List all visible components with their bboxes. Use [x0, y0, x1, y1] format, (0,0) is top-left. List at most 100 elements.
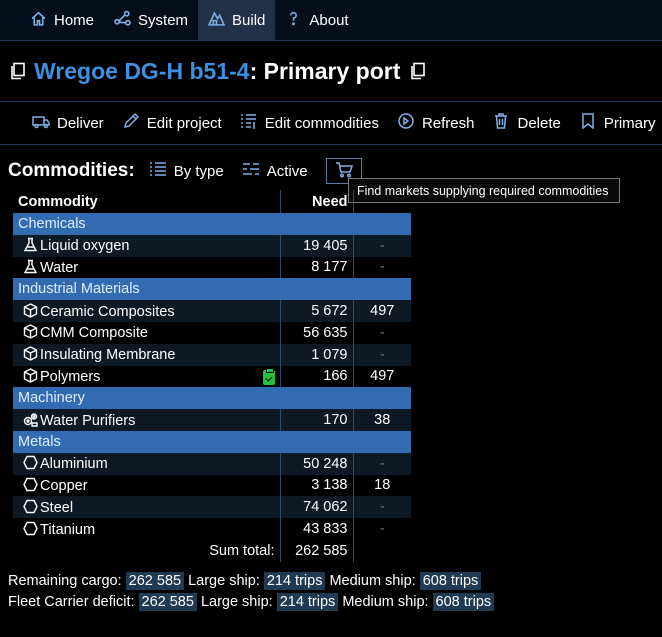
need-column-header[interactable]: Need	[280, 190, 354, 213]
extra-value: -	[353, 234, 411, 257]
table-row[interactable]: Liquid oxygen 19 405 -	[13, 234, 411, 257]
nav-home[interactable]: Home	[20, 0, 104, 40]
gears-icon	[23, 412, 38, 427]
hexagon-icon	[23, 455, 38, 470]
table-row[interactable]: Polymers 166 497	[13, 365, 411, 388]
need-value: 74 062	[280, 496, 354, 519]
build-icon	[207, 10, 226, 31]
medium-ship-label: Medium ship:	[342, 594, 429, 610]
refresh-button[interactable]: Refresh	[397, 112, 475, 134]
delete-button[interactable]: Delete	[492, 112, 561, 134]
table-row[interactable]: Ceramic Composites 5 672 497	[13, 300, 411, 322]
active-toggle[interactable]: Active	[242, 161, 308, 181]
medium-ship-trips: 608 trips	[432, 593, 495, 611]
need-value: 56 635	[280, 321, 354, 344]
commodity-name: Ceramic Composites	[40, 303, 175, 320]
nav-build-label: Build	[232, 11, 266, 29]
nav-home-label: Home	[54, 11, 95, 29]
need-value: 3 138	[280, 474, 354, 497]
nav-build[interactable]: Build	[198, 0, 276, 40]
group-row: Metals	[13, 430, 411, 453]
extra-value: -	[353, 452, 411, 475]
commodity-name: Aluminium	[40, 456, 108, 473]
flask-icon	[23, 237, 38, 252]
table-row[interactable]: Titanium 43 833 -	[13, 518, 411, 540]
table-row[interactable]: Insulating Membrane 1 079 -	[13, 343, 411, 366]
sum-total-label: Sum total:	[13, 539, 281, 562]
table-row[interactable]: Copper 3 138 18	[13, 474, 411, 497]
need-value: 166	[280, 365, 354, 388]
system-link[interactable]: Wregoe DG-H b51-4	[34, 58, 250, 85]
hexagon-icon	[23, 477, 38, 492]
need-value: 19 405	[280, 234, 354, 257]
need-value: 170	[280, 409, 354, 431]
table-row[interactable]: CMM Composite 56 635 -	[13, 321, 411, 344]
table-row[interactable]: Steel 74 062 -	[13, 496, 411, 519]
commodity-name: Water	[40, 259, 79, 276]
top-nav: Home System Build About	[0, 0, 662, 40]
edit-project-label: Edit project	[146, 114, 222, 132]
table-row[interactable]: Water Purifiers 170 38	[13, 409, 411, 431]
table-row[interactable]: Aluminium 50 248 -	[13, 452, 411, 475]
extra-value: -	[353, 496, 411, 519]
edit-commodities-label: Edit commodities	[264, 114, 379, 132]
primary-label: Primary	[603, 114, 656, 132]
by-type-label: By type	[173, 162, 224, 180]
remaining-cargo-label: Remaining cargo:	[8, 573, 122, 589]
group-row: Chemicals	[13, 213, 411, 235]
by-type-toggle[interactable]: By type	[149, 161, 224, 181]
commodities-title: Commodities:	[8, 160, 135, 181]
nav-about[interactable]: About	[275, 0, 358, 40]
page-title: Wregoe DG-H b51-4 : Primary port	[0, 40, 662, 101]
medium-ship-label: Medium ship:	[329, 573, 416, 589]
deliver-button[interactable]: Deliver	[32, 112, 104, 134]
group-label: Chemicals	[13, 213, 411, 235]
commodity-name: Polymers	[40, 368, 101, 385]
commodity-column-header[interactable]: Commodity	[13, 190, 281, 213]
bookmark-icon	[579, 112, 597, 134]
extra-value: 18	[353, 474, 411, 497]
need-value: 5 672	[280, 300, 354, 322]
table-header-row: Commodity Need	[13, 190, 411, 213]
cube-icon	[23, 368, 38, 383]
extra-value: 497	[353, 365, 411, 388]
filter-list-icon	[242, 161, 260, 181]
medium-ship-trips: 608 trips	[419, 572, 482, 590]
sum-total-row: Sum total: 262 585	[13, 539, 411, 562]
large-ship-label: Large ship:	[200, 594, 273, 610]
need-value: 50 248	[280, 452, 354, 475]
hexagon-icon	[23, 499, 38, 514]
edit-commodities-button[interactable]: Edit commodities	[240, 112, 379, 134]
deliver-label: Deliver	[57, 114, 104, 132]
commodity-name: Insulating Membrane	[40, 347, 176, 364]
extra-value: 38	[353, 409, 411, 431]
copy-icon[interactable]	[410, 62, 426, 80]
remaining-cargo-value: 262 585	[125, 572, 185, 590]
edit-project-button[interactable]: Edit project	[122, 112, 222, 134]
network-icon	[114, 10, 131, 31]
sum-total-value: 262 585	[280, 539, 354, 562]
extra-column-header[interactable]	[353, 190, 411, 213]
delete-label: Delete	[517, 114, 561, 132]
extra-value: -	[353, 256, 411, 279]
fleet-carrier-deficit-value: 262 585	[138, 593, 197, 611]
extra-value: -	[353, 321, 411, 344]
cube-icon	[23, 324, 38, 340]
extra-value: -	[353, 518, 411, 540]
project-toolbar: Deliver Edit project Edit commodities Re…	[0, 101, 662, 145]
commodities-table: Commodity Need Chemicals Liquid oxygen 1…	[13, 190, 411, 562]
list-edit-icon	[240, 112, 258, 134]
table-row[interactable]: Water 8 177 -	[13, 256, 411, 279]
truck-icon	[32, 112, 50, 134]
nav-system-label: System	[138, 11, 189, 29]
group-label: Industrial Materials	[13, 278, 411, 301]
nav-system[interactable]: System	[104, 0, 198, 40]
group-row: Industrial Materials	[13, 278, 411, 301]
group-label: Machinery	[13, 387, 411, 410]
large-ship-label: Large ship:	[188, 573, 260, 589]
refresh-label: Refresh	[421, 114, 475, 132]
active-label: Active	[266, 162, 308, 180]
fleet-carrier-deficit-line: Fleet Carrier deficit: 262 585 Large shi…	[8, 593, 495, 611]
copy-icon[interactable]	[10, 62, 26, 80]
primary-button[interactable]: Primary	[579, 112, 656, 134]
